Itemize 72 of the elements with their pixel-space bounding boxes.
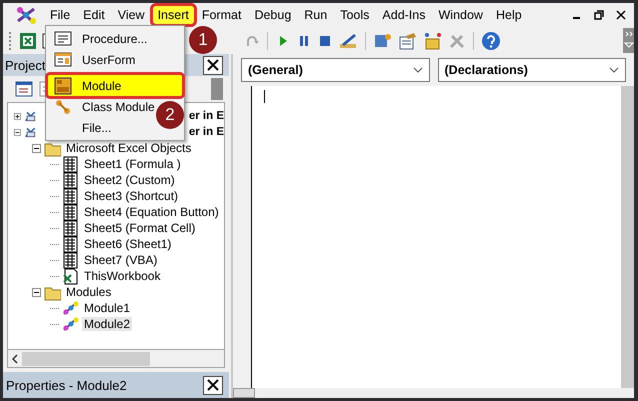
panel-title: Project (5, 58, 46, 72)
tree-item[interactable]: ThisWorkbook (82, 269, 162, 283)
tree-item[interactable]: Sheet3 (Shortcut) (82, 189, 180, 203)
module-icon (54, 76, 72, 94)
menu-item[interactable]: Add-Ins (377, 6, 430, 24)
menu-item[interactable]: UserForm (48, 49, 140, 70)
restore-icon[interactable] (594, 10, 604, 20)
scroll-left-icon[interactable] (12, 354, 18, 364)
vertical-scrollbar[interactable] (621, 86, 634, 388)
menu-item[interactable]: Insert (152, 6, 194, 24)
tree-item[interactable]: Sheet7 (VBA) (82, 253, 160, 267)
sheet-icon (62, 220, 79, 236)
properties-icon[interactable] (398, 32, 418, 50)
menu-item[interactable]: Window (434, 6, 488, 24)
tree-item[interactable]: Modules (64, 285, 114, 299)
module-icon (62, 316, 79, 332)
menu-item[interactable]: Class Module (48, 96, 159, 117)
dropdown-field[interactable]: (General) (241, 58, 430, 82)
tree-item[interactable]: er in E (188, 110, 224, 122)
menu-item[interactable]: Tools (335, 6, 374, 24)
menu-item[interactable]: View (112, 6, 150, 24)
userform-icon (54, 50, 72, 68)
sheet-icon (62, 204, 79, 220)
tree-item[interactable]: Module2 (82, 317, 132, 331)
tree-item[interactable]: Sheet4 (Equation Button) (82, 205, 221, 219)
link-icon (54, 98, 72, 116)
sheet-icon (62, 236, 79, 252)
project-explorer-icon[interactable] (373, 32, 393, 50)
step-number: 1 (189, 26, 217, 54)
tree-item[interactable]: Sheet6 (Sheet1) (82, 237, 174, 251)
sheet-icon (62, 172, 79, 188)
tree-item[interactable]: Module1 (82, 301, 132, 315)
close-button[interactable] (203, 56, 223, 74)
ruler-pencil-icon[interactable] (338, 32, 358, 50)
excel-icon[interactable] (19, 32, 37, 50)
box-icon[interactable] (423, 32, 443, 50)
close-icon[interactable] (616, 10, 626, 20)
sheet-icon (62, 188, 79, 204)
tree-item[interactable]: Sheet2 (Custom) (82, 173, 177, 187)
menu-item[interactable]: Run (299, 6, 332, 24)
menu-item[interactable]: Debug (249, 6, 296, 24)
module-icon (62, 300, 79, 316)
expand-icon[interactable] (14, 112, 21, 120)
vba-logo-icon[interactable] (15, 6, 37, 24)
chevron-down-icon (412, 67, 422, 73)
view-code-icon[interactable] (15, 81, 33, 97)
sheet-icon (62, 156, 79, 172)
toolbar-grip[interactable] (211, 78, 223, 100)
menu-item[interactable]: Procedure... (48, 28, 152, 49)
text-cursor (264, 90, 265, 103)
horizontal-scrollbar[interactable] (7, 350, 225, 368)
tree-item[interactable]: Sheet1 (Formula ) (82, 157, 183, 171)
menu-item[interactable]: Edit (78, 6, 110, 24)
menu-item[interactable]: File... (48, 117, 116, 138)
panel-title: Properties - Module2 (6, 378, 127, 392)
sheet-icon (62, 252, 79, 268)
tree-item[interactable]: Sheet5 (Format Cell) (82, 221, 198, 235)
procedure-icon (54, 30, 72, 48)
menu-item[interactable]: Module (48, 75, 182, 96)
collapse-icon[interactable] (32, 144, 41, 152)
menu-item[interactable]: Format (196, 6, 246, 24)
menu-item[interactable]: File (45, 6, 76, 24)
collapse-icon[interactable] (32, 288, 41, 296)
chevron-down-icon (609, 67, 619, 73)
collapse-icon[interactable] (14, 128, 21, 136)
dropdown-field[interactable]: (Declarations) (438, 58, 626, 82)
help-icon[interactable] (481, 30, 501, 50)
menu-item[interactable]: Help (490, 6, 527, 24)
workbook-icon (62, 268, 79, 284)
tree-item[interactable]: er in E (188, 126, 224, 138)
close-button[interactable] (203, 376, 223, 394)
tree-item[interactable]: Microsoft Excel Objects (64, 141, 194, 155)
